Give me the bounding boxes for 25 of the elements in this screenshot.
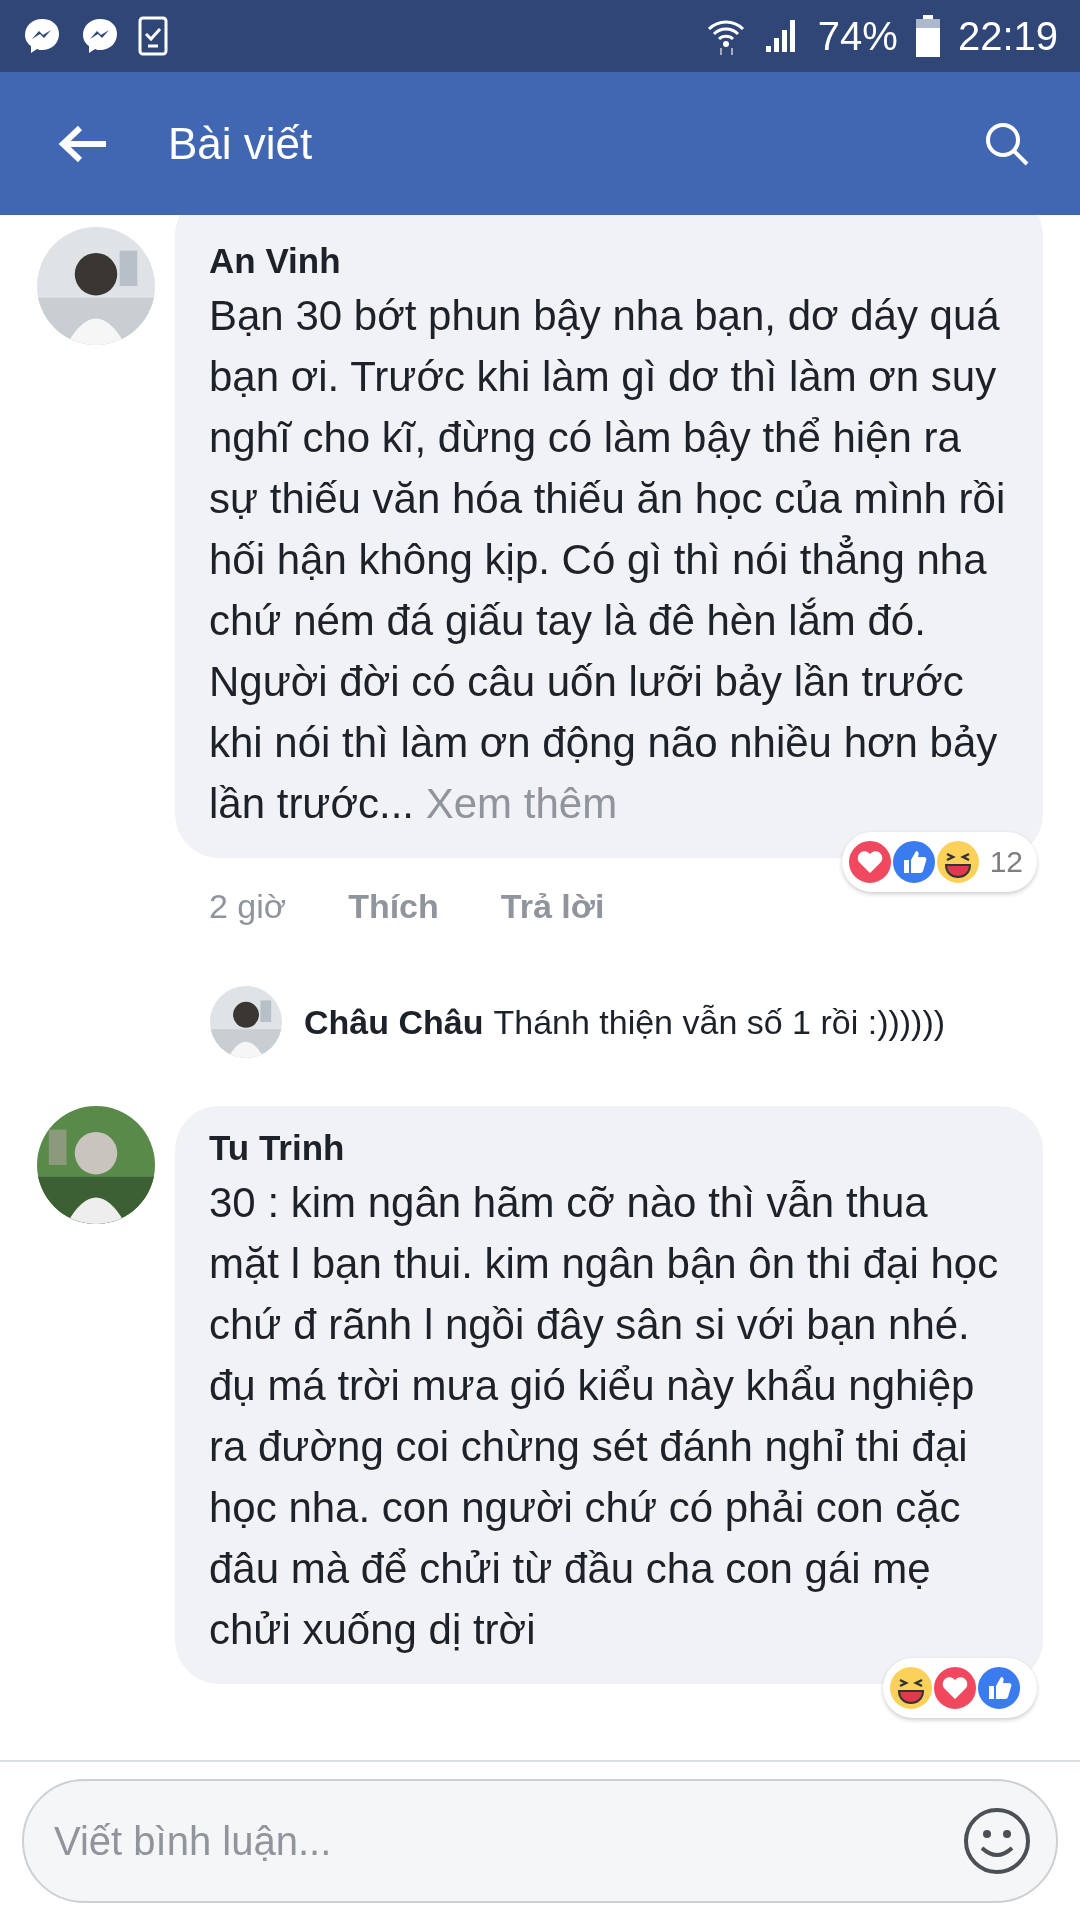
comment-author: An Vinh bbox=[209, 241, 342, 281]
comment-author: Tu Trinh bbox=[209, 1128, 346, 1168]
comment-text: Bạn 30 bớt phun bậy nha bạn, dơ dáy quá bạn ơi. Trước khi làm gì dơ thì làm ơn suy nghĩ cho kĩ, đừng có làm bậy thể hiện ra sự thiếu văn hóa thiếu ăn học của mình rồi hối hận không kịp. Có gì thì nói thẳng nha chứ ném đá giấu tay là đê hèn lắm đó. Người đời có câu uốn lưỡi bảy lần trước khi nói thì làm ơn động não nhiều hơn bảy lần trước... Xem thêm bbox=[209, 291, 1007, 829]
search-icon[interactable] bbox=[984, 120, 1030, 167]
comment-action[interactable]: Thích bbox=[348, 886, 439, 926]
reply-text: Châu Châu Thánh thiện vẫn số 1 rồi :)))))) bbox=[304, 1002, 946, 1042]
messenger-icon bbox=[22, 16, 62, 56]
messenger-icon bbox=[80, 16, 120, 56]
comment-text: 30 : kim ngân hãm cỡ nào thì vẫn thua mặt l bạn thui. kim ngân bận ôn thi đại học chứ đ rãnh l ngồi đây sân si với bạn nhé. đụ má trời mưa gió kiểu này khẩu nghiệp ra đường coi chừng sét đánh nghỉ thi đại học nha. con người chứ có phải con cặc đâu mà để chửi từ đầu cha con gái mẹ chửi xuống dị trời bbox=[209, 1178, 1000, 1655]
laughing-face-icon bbox=[887, 1664, 935, 1712]
reactions-pill[interactable] bbox=[883, 1658, 1037, 1718]
comment-action[interactable]: Trả lời bbox=[500, 886, 605, 926]
clock-time: 22:19 bbox=[957, 13, 1058, 59]
back-arrow-icon[interactable] bbox=[58, 123, 108, 164]
smiley-icon[interactable] bbox=[962, 1806, 1032, 1876]
comment-field[interactable]: Viết bình luận... bbox=[22, 1779, 1058, 1903]
see-more-link[interactable]: Xem thêm bbox=[425, 780, 618, 827]
clipboard-check-icon bbox=[138, 16, 168, 56]
reactions-pill[interactable]: 12 bbox=[841, 832, 1037, 892]
battery-percent: 74% bbox=[817, 13, 898, 59]
page-title: Bài viết bbox=[168, 118, 314, 169]
thumbs-up-icon bbox=[975, 1664, 1023, 1712]
battery-icon bbox=[915, 15, 940, 57]
comment-time: 2 giờ bbox=[209, 886, 287, 926]
reaction-count: 12 bbox=[989, 845, 1023, 879]
